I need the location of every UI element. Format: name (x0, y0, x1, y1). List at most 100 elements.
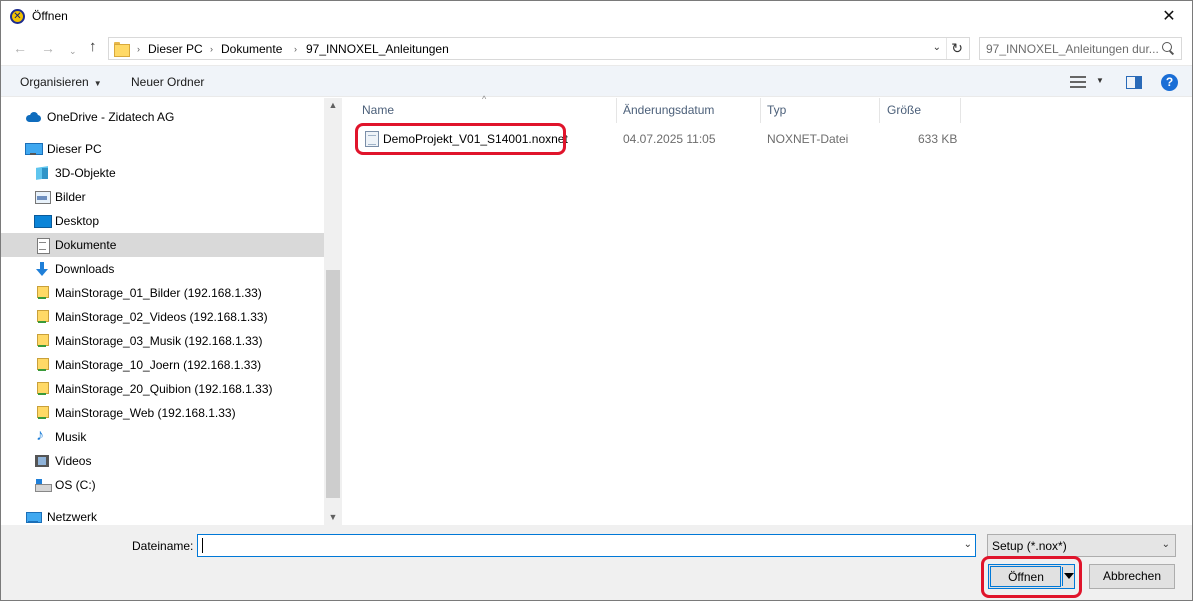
nav-item-onedrive[interactable]: OneDrive - Zidatech AG (1, 105, 324, 129)
nav-item-mainstorage-10[interactable]: MainStorage_10_Joern (192.168.1.33) (1, 353, 324, 377)
scroll-down-icon[interactable]: ▼ (324, 512, 342, 522)
column-header-modified[interactable]: Änderungsdatum (623, 103, 714, 117)
open-button-focus[interactable]: Öffnen (990, 566, 1061, 587)
network-drive-icon (34, 358, 50, 372)
organize-label: Organisieren (20, 75, 89, 89)
refresh-icon[interactable]: ↻ (951, 41, 963, 55)
nav-item-dokumente[interactable]: Dokumente (1, 233, 324, 257)
nav-item-label: MainStorage_02_Videos (192.168.1.33) (55, 310, 268, 324)
scrollbar-thumb[interactable] (326, 270, 340, 498)
navigation-pane: OneDrive - Zidatech AG Dieser PC 3D-Obje… (1, 98, 342, 525)
nav-item-mainstorage-02[interactable]: MainStorage_02_Videos (192.168.1.33) (1, 305, 324, 329)
breadcrumb-dieser-pc[interactable]: Dieser PC (148, 42, 203, 56)
view-options-icon[interactable] (1070, 76, 1086, 88)
file-list: ^ Name Änderungsdatum Typ Größe DemoProj… (345, 94, 1192, 525)
nav-item-downloads[interactable]: Downloads (1, 257, 324, 281)
filename-field[interactable]: ⌄ (197, 534, 976, 557)
navigation-bar: ← → ⌄ ↑ › Dieser PC › Dokumente › 97_INN… (1, 33, 1192, 65)
folder-icon (114, 41, 130, 57)
nav-item-videos[interactable]: Videos (1, 449, 324, 473)
nav-item-bilder[interactable]: Bilder (1, 185, 324, 209)
column-divider[interactable] (879, 98, 880, 123)
nav-item-mainstorage-03[interactable]: MainStorage_03_Musik (192.168.1.33) (1, 329, 324, 353)
help-icon[interactable]: ? (1161, 74, 1178, 91)
chevron-down-icon: ▼ (93, 79, 102, 88)
address-divider (946, 38, 947, 59)
search-input[interactable]: 97_INNOXEL_Anleitungen dur... (979, 37, 1182, 60)
breadcrumb-current-folder[interactable]: 97_INNOXEL_Anleitungen (306, 42, 449, 56)
breadcrumb-separator[interactable]: › (137, 42, 140, 56)
column-divider[interactable] (616, 98, 617, 123)
column-header-size[interactable]: Größe (887, 103, 921, 117)
nav-item-mainstorage-01[interactable]: MainStorage_01_Bilder (192.168.1.33) (1, 281, 324, 305)
filter-chevron-icon[interactable]: ⌄ (1162, 539, 1170, 550)
open-options-chevron-icon[interactable] (1064, 573, 1074, 579)
network-icon (25, 510, 42, 524)
nav-item-label: Dokumente (55, 238, 117, 252)
breadcrumb-separator[interactable]: › (294, 42, 297, 56)
new-folder-button[interactable]: Neuer Ordner (131, 75, 204, 89)
nav-item-3d-objekte[interactable]: 3D-Objekte (1, 161, 324, 185)
file-type-filter-value: Setup (*.nox*) (992, 539, 1067, 553)
back-arrow-icon[interactable]: ← (13, 41, 27, 55)
breadcrumb-dokumente[interactable]: Dokumente (221, 42, 282, 56)
nav-item-label: Videos (55, 454, 92, 468)
search-icon[interactable] (1161, 41, 1175, 55)
nav-item-mainstorage-20[interactable]: MainStorage_20_Quibion (192.168.1.33) (1, 377, 324, 401)
file-row[interactable]: DemoProjekt_V01_S14001.noxnet 04.07.2025… (357, 125, 961, 153)
up-arrow-icon[interactable]: ↑ (89, 39, 97, 54)
network-drive-icon (34, 310, 50, 324)
computer-icon (25, 142, 43, 156)
organize-button[interactable]: Organisieren ▼ (20, 75, 102, 89)
nav-item-label: Musik (55, 430, 87, 444)
column-header-name[interactable]: Name (362, 103, 394, 117)
dialog-title: Öffnen (32, 9, 68, 23)
command-bar: Organisieren ▼ Neuer Ordner ▼ ? (1, 65, 1192, 97)
breadcrumb-separator[interactable]: › (210, 42, 213, 56)
nav-item-label: Dieser PC (47, 142, 102, 156)
nav-item-os-c[interactable]: OS (C:) (1, 473, 324, 497)
nav-item-label: MainStorage_Web (192.168.1.33) (55, 406, 236, 420)
3d-objects-icon (34, 166, 50, 180)
scroll-up-icon[interactable]: ▲ (324, 100, 342, 110)
network-drive-icon (34, 406, 50, 420)
sort-ascending-icon: ^ (482, 94, 487, 104)
innoxel-app-icon (10, 9, 25, 24)
drive-icon (34, 478, 52, 492)
onedrive-icon (25, 110, 41, 124)
file-modified: 04.07.2025 11:05 (623, 132, 716, 146)
forward-arrow-icon[interactable]: → (41, 41, 55, 55)
cancel-button[interactable]: Abbrechen (1089, 564, 1175, 589)
open-button-label: Öffnen (1008, 570, 1044, 584)
preview-pane-icon[interactable] (1126, 76, 1142, 89)
network-drive-icon (34, 382, 50, 396)
filename-chevron-icon[interactable]: ⌄ (964, 539, 972, 550)
nav-item-label: 3D-Objekte (55, 166, 116, 180)
navigation-scrollbar[interactable]: ▲ ▼ (324, 98, 342, 525)
nav-item-label: Desktop (55, 214, 100, 228)
file-type: NOXNET-Datei (767, 132, 849, 146)
address-bar[interactable]: › Dieser PC › Dokumente › 97_INNOXEL_Anl… (108, 37, 970, 60)
column-divider[interactable] (760, 98, 761, 123)
nav-item-netzwerk[interactable]: Netzwerk (1, 505, 324, 525)
pictures-icon (34, 190, 51, 204)
filename-label: Dateiname: (132, 539, 194, 553)
music-icon (34, 427, 50, 445)
view-options-chevron-icon[interactable]: ▼ (1096, 76, 1104, 85)
title-bar: Öffnen ✕ (1, 1, 1192, 33)
file-type-filter[interactable]: Setup (*.nox*) ⌄ (987, 534, 1176, 557)
nav-item-musik[interactable]: Musik (1, 425, 324, 449)
address-history-chevron-icon[interactable]: ⌄ (933, 42, 941, 53)
open-button[interactable]: Öffnen (988, 564, 1075, 589)
column-header-type[interactable]: Typ (767, 103, 786, 117)
column-divider[interactable] (960, 98, 961, 123)
nav-item-mainstorage-web[interactable]: MainStorage_Web (192.168.1.33) (1, 401, 324, 425)
close-button[interactable]: ✕ (1146, 1, 1192, 32)
recent-locations-chevron-icon[interactable]: ⌄ (69, 44, 77, 58)
nav-item-dieser-pc[interactable]: Dieser PC (1, 137, 324, 161)
videos-icon (34, 454, 50, 468)
nav-item-desktop[interactable]: Desktop (1, 209, 324, 233)
file-size: 633 KB (918, 132, 958, 146)
desktop-icon (34, 214, 52, 228)
noxnet-file-icon (365, 131, 379, 147)
